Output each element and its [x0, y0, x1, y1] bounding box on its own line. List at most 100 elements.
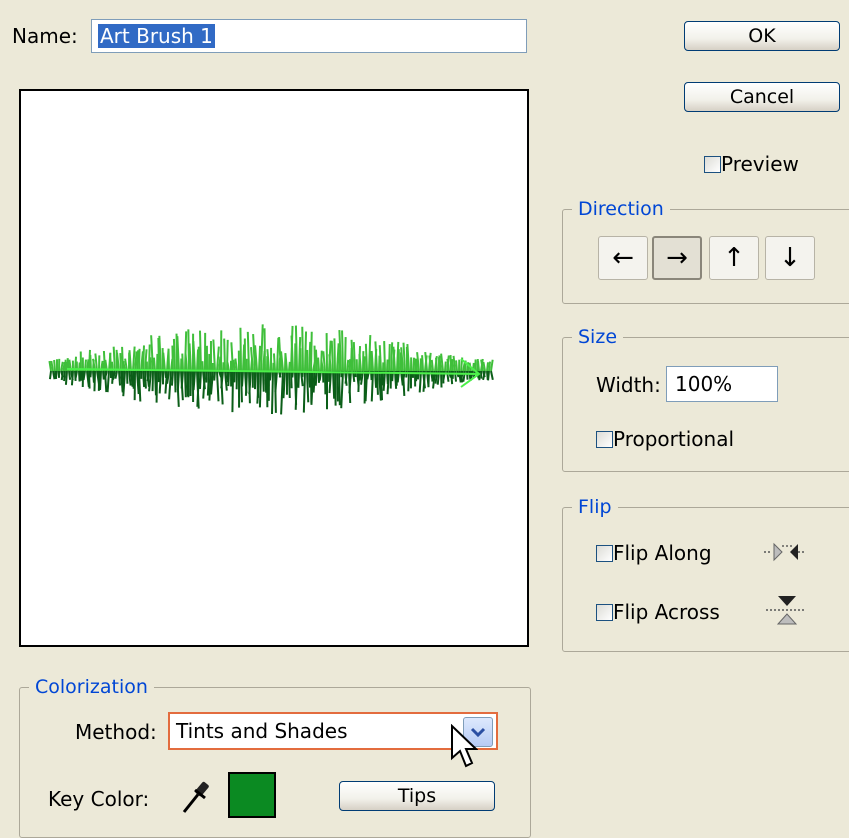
brush-blade — [65, 360, 66, 371]
preview-checkbox-box[interactable] — [704, 156, 721, 173]
brush-blade — [300, 348, 301, 371]
brush-blade — [478, 361, 479, 371]
brush-blade — [178, 371, 179, 390]
brush-blade — [103, 371, 104, 380]
brush-blade — [246, 371, 247, 396]
direction-left-button[interactable]: ← — [598, 236, 648, 280]
brush-blade — [56, 371, 57, 377]
cancel-button[interactable]: Cancel — [684, 82, 840, 112]
brush-blade — [228, 371, 229, 386]
width-input[interactable]: 100% — [666, 366, 778, 402]
eyedropper-icon[interactable] — [180, 778, 214, 816]
brush-blade — [422, 355, 423, 371]
flip-across-icon — [764, 592, 808, 628]
brush-blade — [277, 338, 278, 371]
brush-blade — [391, 342, 392, 371]
brush-blade — [432, 360, 433, 371]
brush-blade — [54, 360, 55, 371]
flip-along-checkbox-box[interactable] — [596, 545, 613, 562]
brush-blade — [148, 371, 149, 381]
brush-blade — [389, 344, 390, 371]
brush-blade — [240, 328, 241, 371]
brush-blade — [114, 347, 115, 371]
preview-checkbox[interactable]: Preview — [704, 152, 799, 176]
flip-across-label: Flip Across — [613, 600, 720, 624]
brush-blade — [281, 371, 283, 414]
brush-blade — [208, 371, 209, 396]
brush-blade — [94, 371, 95, 391]
size-title: Size — [572, 326, 623, 348]
brush-blade — [120, 353, 121, 371]
brush-blade — [62, 371, 63, 380]
brush-blade — [154, 358, 155, 371]
brush-blade — [436, 358, 437, 371]
brush-blade — [452, 359, 453, 371]
brush-blade — [467, 371, 468, 380]
brush-blade — [349, 359, 350, 371]
brush-blade — [316, 350, 317, 371]
key-color-swatch[interactable] — [228, 772, 276, 818]
brush-blade — [491, 371, 493, 380]
brush-blade — [185, 371, 186, 397]
method-label: Method: — [75, 720, 157, 744]
art-brush-stroke-preview — [21, 91, 527, 645]
brush-blade — [263, 371, 264, 392]
brush-blade — [456, 360, 457, 371]
brush-blade — [445, 362, 446, 371]
brush-blade — [274, 353, 275, 371]
flip-along-icon — [762, 540, 806, 564]
flip-along-label: Flip Along — [613, 541, 712, 565]
brush-blade — [455, 371, 456, 382]
brush-blade — [384, 341, 385, 371]
brush-blade — [175, 371, 176, 392]
brush-blade — [311, 332, 312, 371]
brush-blade — [272, 371, 273, 414]
direction-down-button[interactable]: ↓ — [765, 236, 815, 280]
brush-blade — [202, 361, 203, 371]
brush-blade — [242, 371, 243, 386]
brush-blade — [90, 371, 91, 377]
brush-blade — [289, 362, 290, 371]
brush-blade — [335, 371, 336, 406]
ok-button[interactable]: OK — [684, 21, 840, 51]
brush-blade — [475, 359, 476, 371]
brush-blade — [305, 331, 306, 371]
brush-blade — [332, 341, 333, 371]
flip-title: Flip — [572, 496, 618, 518]
tips-button[interactable]: Tips — [339, 781, 495, 811]
brush-preview — [19, 89, 529, 647]
brush-blade — [403, 343, 405, 371]
brush-blade — [337, 371, 338, 401]
proportional-checkbox[interactable]: Proportional — [596, 427, 734, 451]
flip-across-checkbox-box[interactable] — [596, 604, 613, 621]
name-input[interactable]: Art Brush 1 — [91, 19, 527, 53]
brush-blade — [309, 342, 310, 371]
direction-up-button[interactable]: ↑ — [709, 236, 759, 280]
method-select[interactable]: Tints and Shades — [168, 712, 498, 750]
brush-blade — [339, 371, 340, 405]
brush-blade — [291, 371, 292, 388]
arrow-up-icon: ↑ — [723, 243, 745, 273]
direction-right-button[interactable]: → — [652, 236, 702, 280]
brush-blade — [334, 338, 335, 371]
brush-blade — [206, 371, 207, 383]
brush-blade — [488, 371, 489, 380]
brush-blade — [200, 371, 201, 389]
flip-across-checkbox[interactable]: Flip Across — [596, 600, 720, 624]
method-select-value: Tints and Shades — [176, 719, 347, 743]
brush-blade — [145, 371, 146, 389]
brush-blade — [143, 345, 144, 371]
brush-blade — [314, 371, 315, 393]
arrow-down-icon: ↓ — [779, 243, 801, 273]
brush-blade — [172, 346, 173, 371]
brush-blade — [261, 324, 263, 371]
proportional-checkbox-box[interactable] — [596, 431, 613, 448]
brush-blade — [64, 371, 65, 381]
brush-blade — [259, 346, 260, 371]
brush-blade — [143, 371, 144, 387]
flip-along-checkbox[interactable]: Flip Along — [596, 541, 712, 565]
flip-group: Flip — [562, 496, 849, 652]
brush-blade — [139, 349, 140, 371]
brush-blade — [182, 354, 183, 371]
brush-blade — [366, 371, 367, 401]
